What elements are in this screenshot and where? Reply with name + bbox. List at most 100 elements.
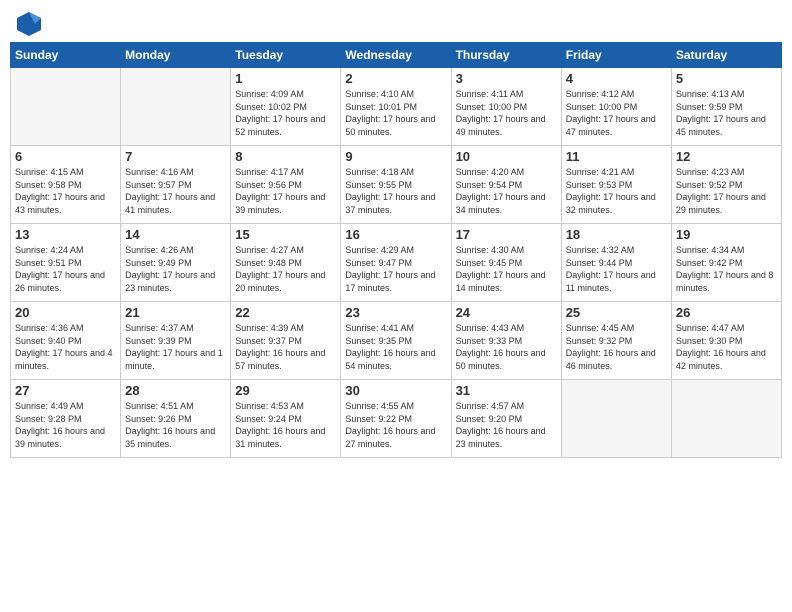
calendar-cell: 7 Sunrise: 4:16 AMSunset: 9:57 PMDaylight… xyxy=(121,146,231,224)
day-info: Sunrise: 4:24 AMSunset: 9:51 PMDaylight:… xyxy=(15,244,116,294)
day-number: 17 xyxy=(456,227,557,242)
day-info: Sunrise: 4:10 AMSunset: 10:01 PMDaylight… xyxy=(345,88,446,138)
day-number: 22 xyxy=(235,305,336,320)
calendar-cell xyxy=(11,68,121,146)
calendar-cell: 23 Sunrise: 4:41 AMSunset: 9:35 PMDayligh… xyxy=(341,302,451,380)
day-info: Sunrise: 4:09 AMSunset: 10:02 PMDaylight… xyxy=(235,88,336,138)
day-info: Sunrise: 4:34 AMSunset: 9:42 PMDaylight:… xyxy=(676,244,777,294)
day-info: Sunrise: 4:11 AMSunset: 10:00 PMDaylight… xyxy=(456,88,557,138)
day-info: Sunrise: 4:29 AMSunset: 9:47 PMDaylight:… xyxy=(345,244,446,294)
day-number: 10 xyxy=(456,149,557,164)
day-info: Sunrise: 4:20 AMSunset: 9:54 PMDaylight:… xyxy=(456,166,557,216)
col-header-thursday: Thursday xyxy=(451,43,561,68)
calendar-cell: 22 Sunrise: 4:39 AMSunset: 9:37 PMDayligh… xyxy=(231,302,341,380)
day-number: 5 xyxy=(676,71,777,86)
day-info: Sunrise: 4:53 AMSunset: 9:24 PMDaylight:… xyxy=(235,400,336,450)
day-info: Sunrise: 4:23 AMSunset: 9:52 PMDaylight:… xyxy=(676,166,777,216)
day-number: 8 xyxy=(235,149,336,164)
day-number: 29 xyxy=(235,383,336,398)
col-header-saturday: Saturday xyxy=(671,43,781,68)
calendar-table: SundayMondayTuesdayWednesdayThursdayFrid… xyxy=(10,42,782,458)
calendar-cell: 31 Sunrise: 4:57 AMSunset: 9:20 PMDayligh… xyxy=(451,380,561,458)
day-info: Sunrise: 4:18 AMSunset: 9:55 PMDaylight:… xyxy=(345,166,446,216)
day-info: Sunrise: 4:43 AMSunset: 9:33 PMDaylight:… xyxy=(456,322,557,372)
day-info: Sunrise: 4:26 AMSunset: 9:49 PMDaylight:… xyxy=(125,244,226,294)
week-row-1: 1Sunrise: 4:09 AMSunset: 10:02 PMDayligh… xyxy=(11,68,782,146)
day-number: 3 xyxy=(456,71,557,86)
calendar-cell xyxy=(671,380,781,458)
day-info: Sunrise: 4:17 AMSunset: 9:56 PMDaylight:… xyxy=(235,166,336,216)
day-number: 19 xyxy=(676,227,777,242)
day-info: Sunrise: 4:13 AMSunset: 9:59 PMDaylight:… xyxy=(676,88,777,138)
day-number: 18 xyxy=(566,227,667,242)
day-number: 7 xyxy=(125,149,226,164)
calendar-cell: 2Sunrise: 4:10 AMSunset: 10:01 PMDayligh… xyxy=(341,68,451,146)
calendar-cell: 1Sunrise: 4:09 AMSunset: 10:02 PMDayligh… xyxy=(231,68,341,146)
calendar-cell: 19 Sunrise: 4:34 AMSunset: 9:42 PMDayligh… xyxy=(671,224,781,302)
day-number: 13 xyxy=(15,227,116,242)
day-number: 31 xyxy=(456,383,557,398)
calendar-cell xyxy=(561,380,671,458)
day-number: 6 xyxy=(15,149,116,164)
calendar-cell xyxy=(121,68,231,146)
col-header-sunday: Sunday xyxy=(11,43,121,68)
day-info: Sunrise: 4:49 AMSunset: 9:28 PMDaylight:… xyxy=(15,400,116,450)
day-info: Sunrise: 4:55 AMSunset: 9:22 PMDaylight:… xyxy=(345,400,446,450)
col-header-tuesday: Tuesday xyxy=(231,43,341,68)
calendar-cell: 12 Sunrise: 4:23 AMSunset: 9:52 PMDayligh… xyxy=(671,146,781,224)
calendar-cell: 15 Sunrise: 4:27 AMSunset: 9:48 PMDayligh… xyxy=(231,224,341,302)
calendar-cell: 16 Sunrise: 4:29 AMSunset: 9:47 PMDayligh… xyxy=(341,224,451,302)
day-number: 20 xyxy=(15,305,116,320)
calendar-cell: 8 Sunrise: 4:17 AMSunset: 9:56 PMDaylight… xyxy=(231,146,341,224)
day-info: Sunrise: 4:15 AMSunset: 9:58 PMDaylight:… xyxy=(15,166,116,216)
day-info: Sunrise: 4:27 AMSunset: 9:48 PMDaylight:… xyxy=(235,244,336,294)
calendar-cell: 24Sunrise: 4:43 AMSunset: 9:33 PMDayligh… xyxy=(451,302,561,380)
day-number: 12 xyxy=(676,149,777,164)
day-info: Sunrise: 4:41 AMSunset: 9:35 PMDaylight:… xyxy=(345,322,446,372)
day-number: 16 xyxy=(345,227,446,242)
calendar-cell: 11 Sunrise: 4:21 AMSunset: 9:53 PMDayligh… xyxy=(561,146,671,224)
calendar-cell: 20 Sunrise: 4:36 AMSunset: 9:40 PMDayligh… xyxy=(11,302,121,380)
day-number: 23 xyxy=(345,305,446,320)
calendar-cell: 10 Sunrise: 4:20 AMSunset: 9:54 PMDayligh… xyxy=(451,146,561,224)
col-header-friday: Friday xyxy=(561,43,671,68)
week-row-4: 20 Sunrise: 4:36 AMSunset: 9:40 PMDayligh… xyxy=(11,302,782,380)
day-info: Sunrise: 4:12 AMSunset: 10:00 PMDaylight… xyxy=(566,88,667,138)
calendar-cell: 17Sunrise: 4:30 AMSunset: 9:45 PMDayligh… xyxy=(451,224,561,302)
calendar-cell: 18 Sunrise: 4:32 AMSunset: 9:44 PMDayligh… xyxy=(561,224,671,302)
day-info: Sunrise: 4:39 AMSunset: 9:37 PMDaylight:… xyxy=(235,322,336,372)
day-number: 11 xyxy=(566,149,667,164)
day-info: Sunrise: 4:16 AMSunset: 9:57 PMDaylight:… xyxy=(125,166,226,216)
calendar-cell: 9 Sunrise: 4:18 AMSunset: 9:55 PMDaylight… xyxy=(341,146,451,224)
day-info: Sunrise: 4:32 AMSunset: 9:44 PMDaylight:… xyxy=(566,244,667,294)
day-number: 15 xyxy=(235,227,336,242)
day-info: Sunrise: 4:51 AMSunset: 9:26 PMDaylight:… xyxy=(125,400,226,450)
day-number: 30 xyxy=(345,383,446,398)
calendar-cell: 25Sunrise: 4:45 AMSunset: 9:32 PMDayligh… xyxy=(561,302,671,380)
calendar-cell: 28Sunrise: 4:51 AMSunset: 9:26 PMDayligh… xyxy=(121,380,231,458)
calendar-cell: 27 Sunrise: 4:49 AMSunset: 9:28 PMDayligh… xyxy=(11,380,121,458)
day-number: 25 xyxy=(566,305,667,320)
week-row-5: 27 Sunrise: 4:49 AMSunset: 9:28 PMDayligh… xyxy=(11,380,782,458)
calendar-cell: 3 Sunrise: 4:11 AMSunset: 10:00 PMDayligh… xyxy=(451,68,561,146)
calendar-cell: 30 Sunrise: 4:55 AMSunset: 9:22 PMDayligh… xyxy=(341,380,451,458)
day-info: Sunrise: 4:36 AMSunset: 9:40 PMDaylight:… xyxy=(15,322,116,372)
calendar-cell: 29 Sunrise: 4:53 AMSunset: 9:24 PMDayligh… xyxy=(231,380,341,458)
day-number: 21 xyxy=(125,305,226,320)
day-info: Sunrise: 4:47 AMSunset: 9:30 PMDaylight:… xyxy=(676,322,777,372)
day-info: Sunrise: 4:57 AMSunset: 9:20 PMDaylight:… xyxy=(456,400,557,450)
day-info: Sunrise: 4:21 AMSunset: 9:53 PMDaylight:… xyxy=(566,166,667,216)
day-number: 26 xyxy=(676,305,777,320)
calendar-cell: 4 Sunrise: 4:12 AMSunset: 10:00 PMDayligh… xyxy=(561,68,671,146)
calendar-cell: 21 Sunrise: 4:37 AMSunset: 9:39 PMDayligh… xyxy=(121,302,231,380)
day-number: 9 xyxy=(345,149,446,164)
col-header-wednesday: Wednesday xyxy=(341,43,451,68)
calendar-cell: 6 Sunrise: 4:15 AMSunset: 9:58 PMDaylight… xyxy=(11,146,121,224)
week-row-2: 6 Sunrise: 4:15 AMSunset: 9:58 PMDaylight… xyxy=(11,146,782,224)
calendar-cell: 26 Sunrise: 4:47 AMSunset: 9:30 PMDayligh… xyxy=(671,302,781,380)
day-info: Sunrise: 4:37 AMSunset: 9:39 PMDaylight:… xyxy=(125,322,226,372)
week-row-3: 13 Sunrise: 4:24 AMSunset: 9:51 PMDayligh… xyxy=(11,224,782,302)
day-number: 14 xyxy=(125,227,226,242)
day-number: 27 xyxy=(15,383,116,398)
day-number: 4 xyxy=(566,71,667,86)
